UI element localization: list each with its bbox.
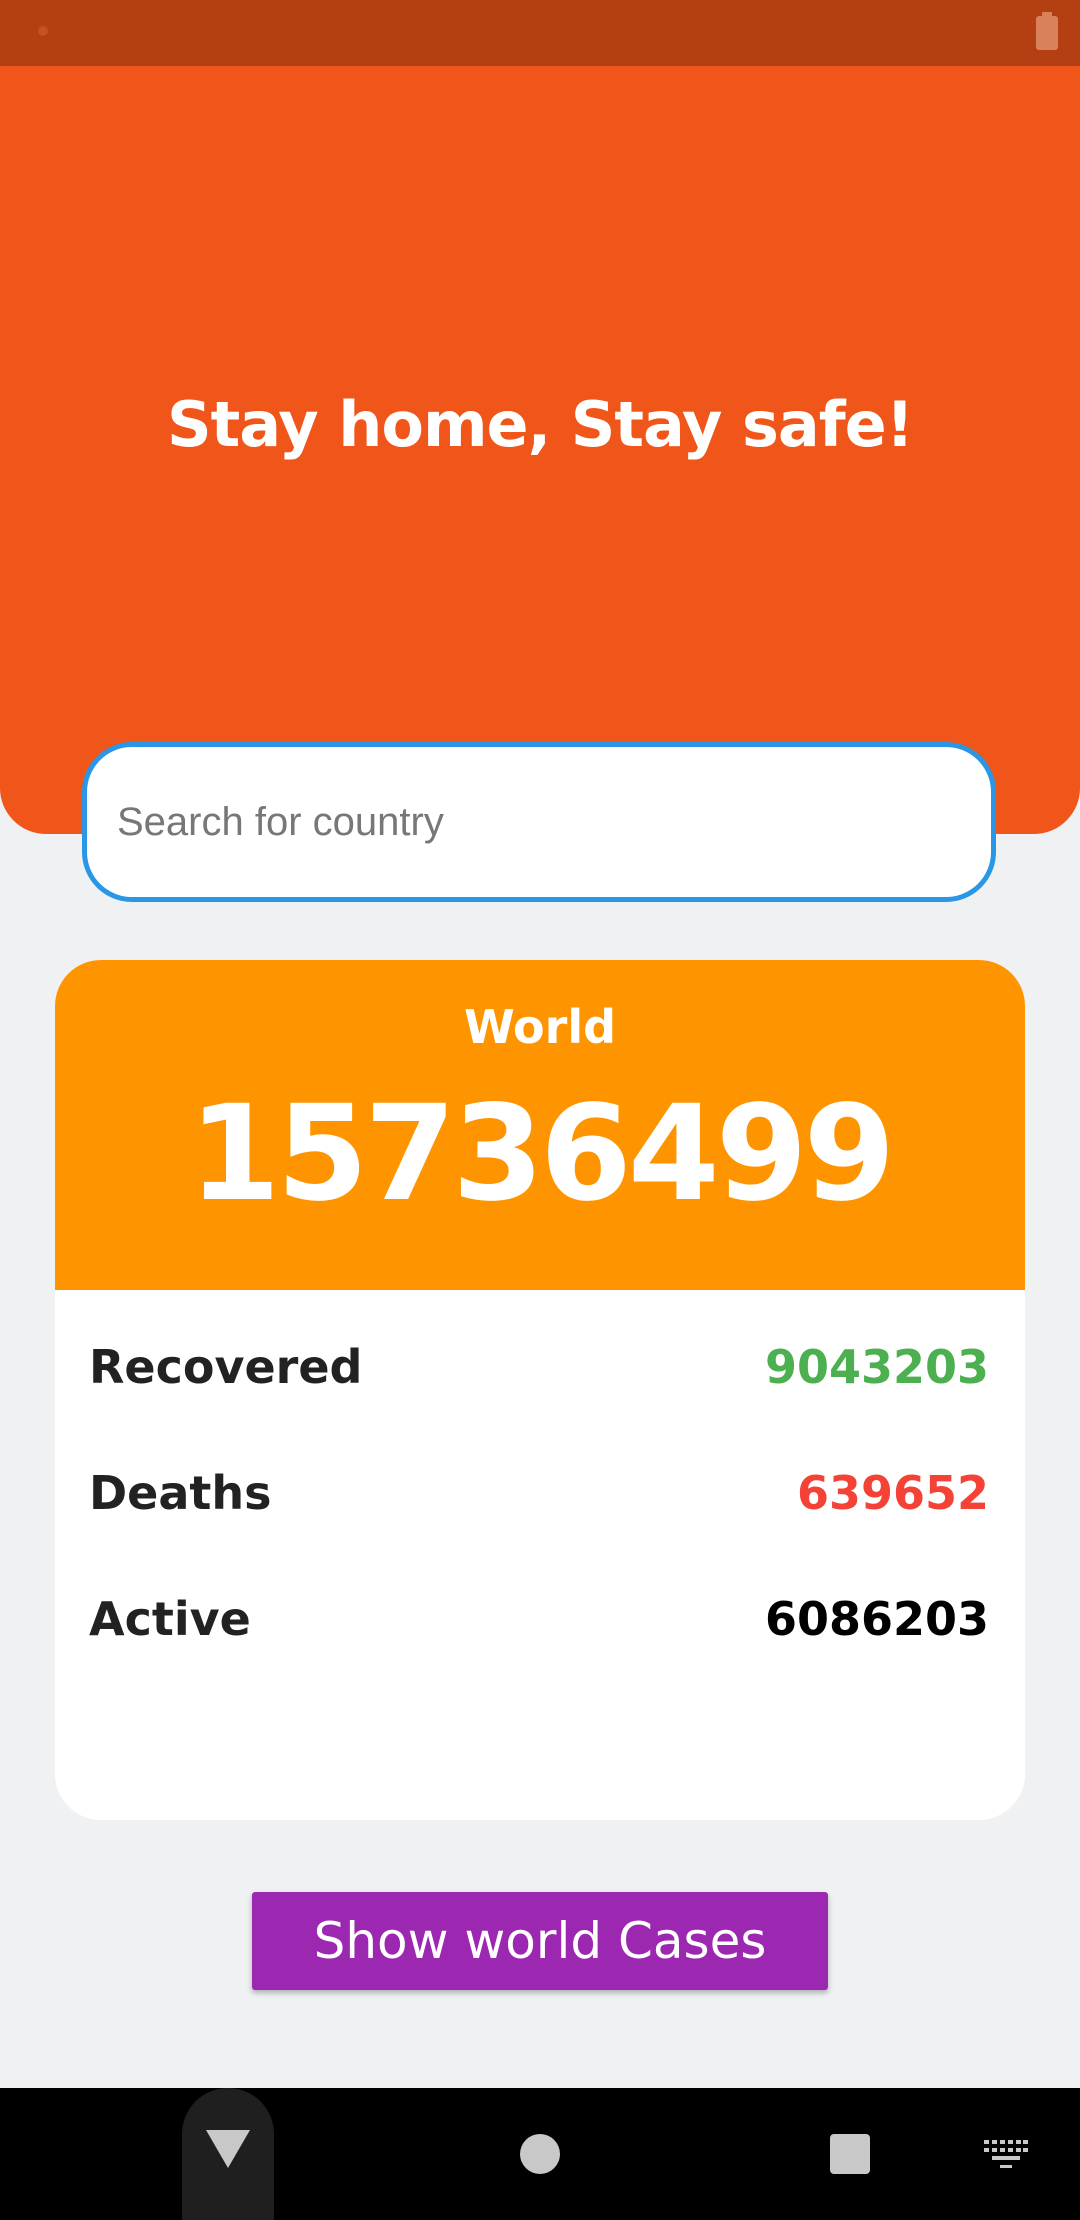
search-field[interactable]	[82, 742, 996, 902]
notification-dot-icon	[38, 26, 48, 36]
search-input[interactable]	[87, 747, 991, 897]
stat-value-recovered: 9043203	[764, 1340, 989, 1394]
stat-label-active: Active	[89, 1592, 251, 1646]
battery-icon	[1036, 12, 1058, 50]
header-banner: Stay home, Stay safe!	[0, 66, 1080, 834]
stat-value-active: 6086203	[764, 1592, 989, 1646]
back-icon	[206, 2130, 250, 2168]
keyboard-icon[interactable]	[984, 2140, 1028, 2170]
recents-icon[interactable]	[830, 2134, 870, 2174]
stat-row-active: Active 6086203	[89, 1592, 989, 1652]
show-world-cases-button[interactable]: Show world Cases	[252, 1892, 828, 1990]
summary-card-header: World 15736499	[55, 960, 1025, 1290]
region-label: World	[463, 1000, 617, 1054]
stat-value-deaths: 639652	[796, 1466, 989, 1520]
total-cases-value: 15736499	[188, 1077, 896, 1231]
status-bar	[0, 0, 1080, 66]
stat-label-deaths: Deaths	[89, 1466, 272, 1520]
back-button[interactable]	[182, 2088, 274, 2220]
summary-card: World 15736499 Recovered 9043203 Deaths …	[55, 960, 1025, 1820]
stat-label-recovered: Recovered	[89, 1340, 363, 1394]
navigation-bar	[0, 2088, 1080, 2220]
stat-row-recovered: Recovered 9043203	[89, 1340, 989, 1400]
header-title: Stay home, Stay safe!	[166, 388, 914, 461]
stat-row-deaths: Deaths 639652	[89, 1466, 989, 1526]
home-icon[interactable]	[520, 2134, 560, 2174]
